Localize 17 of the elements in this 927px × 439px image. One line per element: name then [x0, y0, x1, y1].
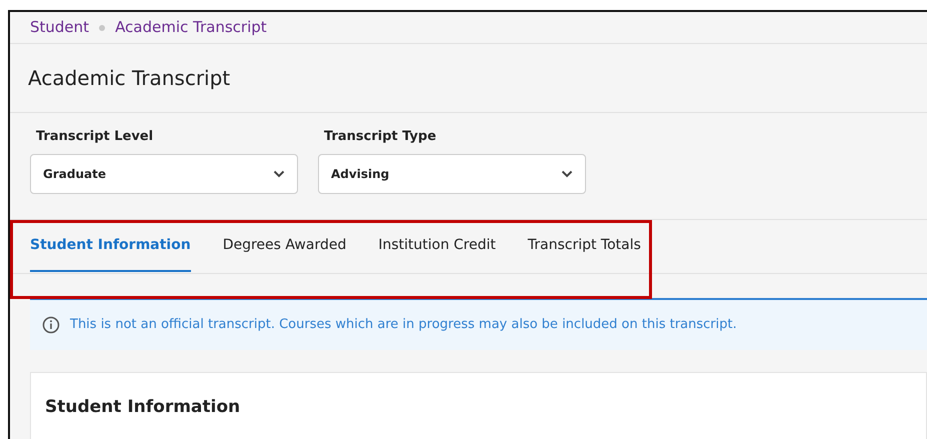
chevron-down-icon [273, 170, 285, 178]
section-heading: Student Information [45, 397, 242, 418]
field-label: Transcript Level [36, 128, 154, 146]
info-icon [42, 316, 60, 334]
tab[interactable]: Student Information [30, 220, 191, 272]
tab[interactable]: Transcript Totals [528, 220, 641, 272]
separator-dot [99, 24, 106, 30]
dropdown-field[interactable]: Advising [318, 154, 586, 194]
breadcrumb-link[interactable]: Student [30, 16, 90, 39]
dropdown-field[interactable]: Graduate [30, 154, 298, 194]
tab[interactable]: Degrees Awarded [222, 220, 346, 272]
breadcrumb-link[interactable]: Academic Transcript [115, 16, 267, 39]
notice-text: This is not an official transcript. Courses which are in progress may also be included on this transcript. [70, 316, 737, 334]
tab[interactable]: Institution Credit [378, 220, 496, 272]
page-title: Academic Transcript [10, 44, 927, 113]
chevron-down-icon [561, 170, 573, 178]
field-label: Transcript Type [324, 128, 438, 146]
